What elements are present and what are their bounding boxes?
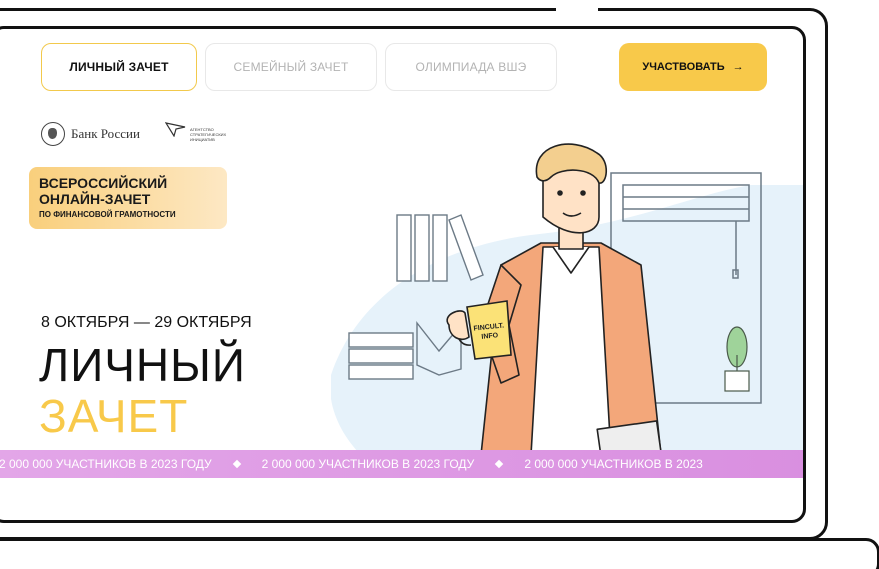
laptop-base: [0, 538, 879, 569]
ticker-item: 2 000 000 УЧАСТНИКОВ В 2023 ГОДУ: [261, 457, 475, 471]
eagle-emblem-icon: [41, 122, 65, 146]
asi-arrow-icon: [165, 122, 186, 137]
ticker-item: 2 000 000 УЧАСТНИКОВ В 2023: [524, 457, 703, 471]
event-dates: 8 ОКТЯБРЯ — 29 ОКТЯБРЯ: [41, 314, 252, 331]
participate-button-label: УЧАСТВОВАТЬ: [642, 61, 725, 73]
hero-illustration: FINCULT. INFO: [331, 143, 803, 455]
asi-logo: АГЕНТСТВО СТРАТЕГИЧЕСКИХ ИНИЦИАТИВ: [165, 121, 226, 142]
badge-line-2: ОНЛАЙН-ЗАЧЕТ: [39, 191, 151, 207]
badge-line-1: ВСЕРОССИЙСКИЙ: [39, 175, 168, 191]
plant: [724, 326, 750, 392]
hero-title-line-2: ЗАЧЕТ: [39, 390, 189, 442]
t-shirt: [530, 246, 612, 455]
tab-family[interactable]: СЕМЕЙНЫЙ ЗАЧЕТ: [205, 43, 377, 91]
bank-logo-text: Банк России: [71, 126, 140, 141]
participate-button[interactable]: УЧАСТВОВАТЬ →: [619, 43, 767, 91]
person: [480, 143, 662, 455]
diamond-icon: [232, 459, 241, 469]
diamond-icon: [495, 459, 504, 469]
badge-line-3: ПО ФИНАНСОВОЙ ГРАМОТНОСТИ: [39, 210, 176, 219]
hero-title-line-1: ЛИЧНЫЙ: [39, 339, 246, 391]
tab-personal[interactable]: ЛИЧНЫЙ ЗАЧЕТ: [41, 43, 197, 91]
lid-notch: [556, 2, 598, 14]
ticker-item: 2 000 000 УЧАСТНИКОВ В 2023 ГОДУ: [0, 457, 212, 471]
participants-ticker: 2 000 000 УЧАСТНИКОВ В 2023 ГОДУ 2 000 0…: [0, 450, 803, 478]
arrow-right-icon: →: [732, 61, 744, 73]
contest-badge: ВСЕРОССИЙСКИЙ ОНЛАЙН-ЗАЧЕТ ПО ФИНАНСОВОЙ…: [29, 167, 227, 229]
bank-of-russia-logo: Банк России: [41, 122, 140, 146]
asi-logo-text: АГЕНТСТВО СТРАТЕГИЧЕСКИХ ИНИЦИАТИВ: [190, 127, 227, 142]
laptop-screen: ЛИЧНЫЙ ЗАЧЕТ СЕМЕЙНЫЙ ЗАЧЕТ ОЛИМПИАДА ВШ…: [0, 26, 806, 523]
tab-olympiad[interactable]: ОЛИМПИАДА ВШЭ: [385, 43, 557, 91]
